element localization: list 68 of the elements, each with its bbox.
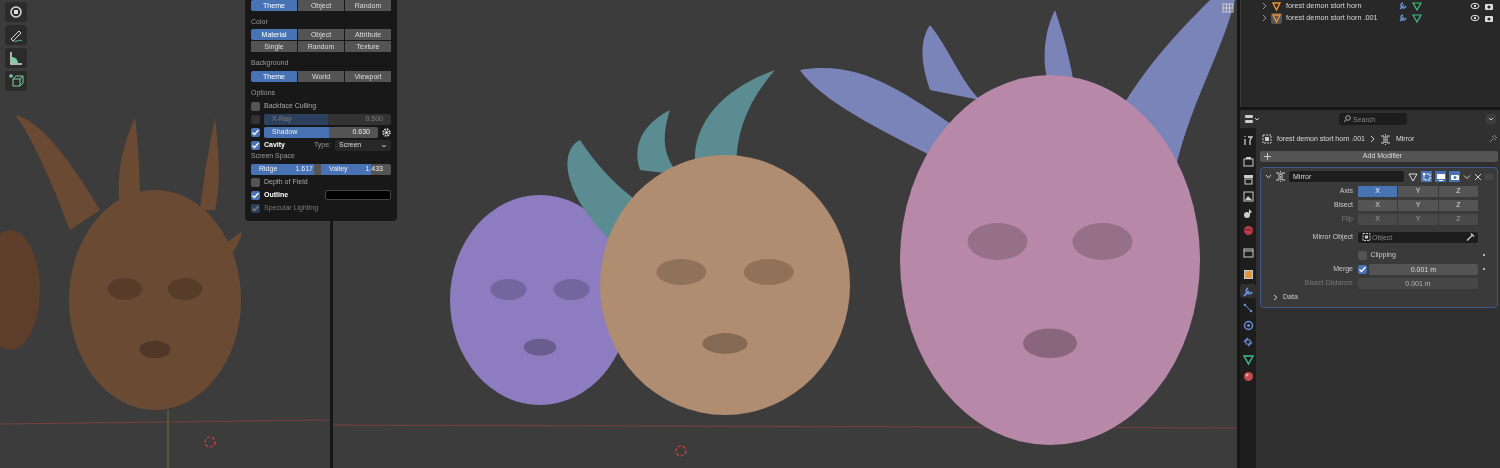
close-icon[interactable] bbox=[1474, 172, 1482, 181]
view-layer-icon bbox=[1241, 189, 1255, 203]
edit-mode-icon bbox=[1421, 171, 1432, 182]
constraints-icon bbox=[1241, 335, 1255, 349]
camera-icon[interactable] bbox=[1484, 1, 1494, 11]
render-icon bbox=[1241, 155, 1255, 169]
on-cage-toggle[interactable] bbox=[1407, 171, 1418, 182]
mesh-data-icon bbox=[1241, 352, 1255, 366]
mesh-data-tab[interactable] bbox=[1240, 352, 1256, 366]
object-icon bbox=[1241, 267, 1255, 281]
checkbox[interactable] bbox=[1358, 264, 1367, 274]
chevron-down-icon bbox=[381, 142, 387, 149]
eye-icon[interactable] bbox=[1470, 14, 1480, 22]
wrench-icon[interactable] bbox=[1398, 1, 1408, 11]
physics-icon bbox=[1241, 318, 1255, 332]
tool-icon bbox=[1241, 133, 1255, 147]
3d-cursor-icon bbox=[675, 445, 687, 457]
ruler-icon bbox=[8, 50, 24, 66]
checkbox[interactable] bbox=[251, 177, 260, 187]
grid-view-icon[interactable] bbox=[1222, 2, 1234, 14]
checkbox[interactable] bbox=[251, 190, 260, 200]
view-layer-tab[interactable] bbox=[1240, 189, 1256, 203]
modifiers-tab[interactable] bbox=[1240, 284, 1256, 298]
render-tab[interactable] bbox=[1240, 155, 1256, 169]
viewport-toggle[interactable] bbox=[1435, 171, 1446, 182]
settings-icon[interactable] bbox=[382, 128, 391, 138]
collection-tab[interactable] bbox=[1240, 245, 1256, 259]
chevron-down-icon[interactable] bbox=[1463, 172, 1471, 181]
scene-icon bbox=[1241, 206, 1255, 220]
object-icon[interactable] bbox=[1271, 0, 1282, 12]
cursor-icon bbox=[8, 4, 24, 20]
checkbox[interactable] bbox=[1358, 250, 1367, 260]
eyedropper-icon[interactable] bbox=[1466, 232, 1475, 242]
particles-icon bbox=[1241, 301, 1255, 315]
edit-mode-toggle[interactable] bbox=[1421, 171, 1432, 182]
plus-icon bbox=[1264, 153, 1271, 160]
pin-icon[interactable] bbox=[1488, 134, 1498, 144]
checkbox[interactable] bbox=[251, 128, 260, 138]
chevron-right-icon bbox=[1369, 135, 1375, 143]
render-toggle[interactable] bbox=[1449, 171, 1460, 182]
camera-icon[interactable] bbox=[1484, 13, 1494, 23]
tool-button[interactable] bbox=[5, 71, 27, 91]
tool-button[interactable] bbox=[5, 48, 27, 68]
editor-type-icon[interactable] bbox=[1244, 114, 1260, 124]
on-cage-icon bbox=[1407, 171, 1418, 182]
tool-button[interactable] bbox=[5, 25, 27, 45]
mirror-modifier-icon bbox=[1379, 133, 1391, 145]
cube-add-icon bbox=[8, 73, 24, 89]
collection-icon bbox=[1241, 245, 1255, 259]
checkbox[interactable] bbox=[251, 141, 260, 151]
check-icon bbox=[1358, 264, 1367, 274]
eye-icon[interactable] bbox=[1470, 2, 1480, 10]
output-icon bbox=[1241, 172, 1255, 186]
tool-button[interactable] bbox=[5, 2, 27, 22]
color-swatch[interactable] bbox=[325, 190, 391, 201]
object-icon bbox=[1262, 134, 1272, 144]
search-icon bbox=[1343, 115, 1351, 123]
3d-cursor-icon bbox=[204, 436, 216, 448]
wrench-icon[interactable] bbox=[1398, 13, 1408, 23]
material-icon bbox=[1241, 369, 1255, 383]
mirror-modifier-icon bbox=[1275, 171, 1286, 182]
dropdown-icon[interactable] bbox=[1486, 114, 1496, 124]
object-icon bbox=[1362, 232, 1371, 242]
world-icon bbox=[1241, 223, 1255, 237]
modifiers-icon bbox=[1241, 284, 1255, 298]
object-icon[interactable] bbox=[1271, 12, 1282, 24]
viewport-icon bbox=[1435, 171, 1446, 182]
checkbox[interactable] bbox=[251, 102, 260, 112]
